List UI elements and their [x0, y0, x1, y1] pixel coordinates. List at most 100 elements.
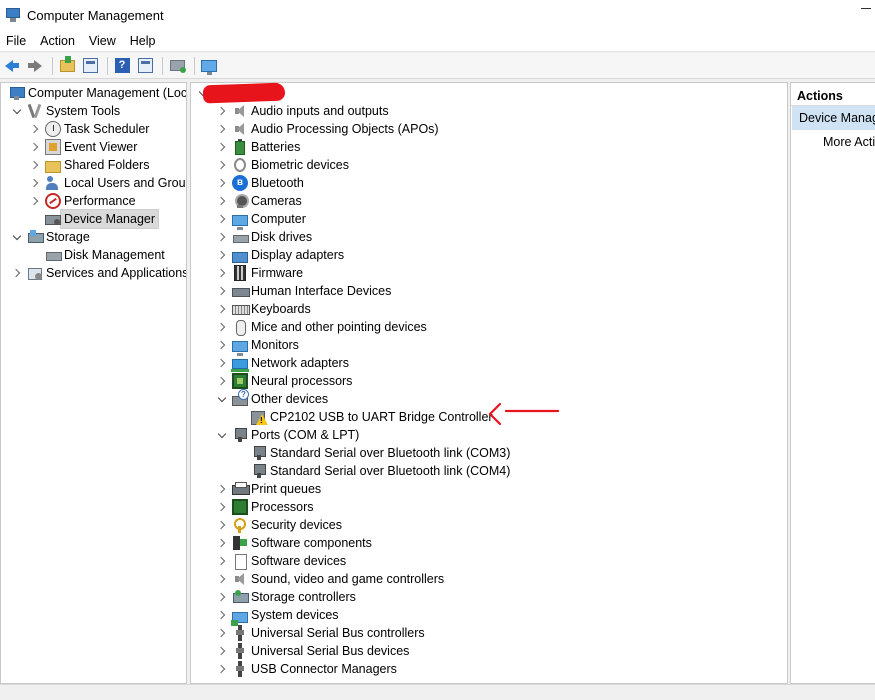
chevron-right-icon[interactable]	[216, 660, 228, 678]
more-actions-link[interactable]: More Actions	[823, 132, 875, 152]
chevron-right-icon[interactable]	[216, 174, 228, 192]
menu-action[interactable]: Action	[33, 30, 82, 52]
menu-help[interactable]: Help	[123, 30, 163, 52]
chevron-right-icon[interactable]	[216, 570, 228, 588]
chevron-right-icon[interactable]	[216, 588, 228, 606]
minimize-icon[interactable]	[861, 8, 871, 9]
tree-item-storage[interactable]: Storage	[11, 228, 90, 246]
tree-item-universal-serial-bus-devices[interactable]: Universal Serial Bus devices	[216, 642, 409, 660]
chevron-right-icon[interactable]	[29, 138, 41, 156]
help-button[interactable]: ?	[112, 56, 132, 76]
chevron-right-icon[interactable]	[216, 264, 228, 282]
show-hide-console-tree-button[interactable]	[80, 56, 100, 76]
chevron-right-icon[interactable]	[29, 120, 41, 138]
tree-item-standard-serial-over-bluetooth-link-com3[interactable]: Standard Serial over Bluetooth link (COM…	[235, 444, 510, 462]
up-one-level-button[interactable]	[57, 55, 77, 76]
tree-item-audio-inputs-and-outputs[interactable]: Audio inputs and outputs	[216, 102, 389, 120]
chevron-right-icon[interactable]	[29, 174, 41, 192]
tree-item-standard-serial-over-bluetooth-link-com4[interactable]: Standard Serial over Bluetooth link (COM…	[235, 462, 510, 480]
chevron-right-icon[interactable]	[216, 372, 228, 390]
chevron-right-icon[interactable]	[216, 498, 228, 516]
chevron-right-icon[interactable]	[216, 210, 228, 228]
chevron-right-icon[interactable]	[29, 192, 41, 210]
tree-item-cameras[interactable]: Cameras	[216, 192, 302, 210]
tree-item-system-devices[interactable]: System devices	[216, 606, 339, 626]
tree-item-mice-and-other-pointing-devices[interactable]: Mice and other pointing devices	[216, 318, 427, 336]
tree-item-system-tools[interactable]: System Tools	[11, 102, 120, 120]
menu-file[interactable]: File	[0, 30, 33, 52]
tree-item-computer[interactable]: Computer	[216, 210, 306, 230]
tree-item-storage-controllers[interactable]: Storage controllers	[216, 588, 356, 606]
tree-item-device-manager[interactable]: Device Manager	[29, 209, 160, 229]
tree-item-neural-processors[interactable]: Neural processors	[216, 372, 352, 390]
tree-item-usb-connector-managers[interactable]: USB Connector Managers	[216, 660, 397, 678]
tree-item-task-scheduler[interactable]: Task Scheduler	[29, 120, 149, 138]
show-hide-action-pane-button[interactable]	[135, 56, 155, 76]
chevron-right-icon[interactable]	[216, 354, 228, 372]
tree-item-disk-drives[interactable]: Disk drives	[216, 228, 312, 246]
print-button[interactable]	[167, 56, 187, 76]
tree-item-print-queues[interactable]: Print queues	[216, 480, 321, 498]
chevron-right-icon[interactable]	[11, 264, 23, 282]
computer-management-icon	[9, 85, 25, 101]
tree-item-monitors[interactable]: Monitors	[216, 336, 299, 356]
tree-item-other-devices[interactable]: Other devices	[216, 389, 328, 408]
tree-item-display-adapters[interactable]: Display adapters	[216, 246, 344, 264]
tree-item-sound-video-and-game-controllers[interactable]: Sound, video and game controllers	[216, 570, 444, 588]
chevron-right-icon[interactable]	[216, 624, 228, 642]
chevron-down-icon[interactable]	[11, 102, 23, 120]
chevron-right-icon[interactable]	[216, 300, 228, 318]
chevron-right-icon[interactable]	[216, 318, 228, 336]
tree-item-security-devices[interactable]: Security devices	[216, 516, 342, 534]
tree-item-firmware[interactable]: Firmware	[216, 264, 303, 282]
chevron-right-icon[interactable]	[216, 192, 228, 210]
tree-item-biometric-devices[interactable]: Biometric devices	[216, 156, 349, 174]
scan-hardware-button[interactable]	[199, 56, 219, 76]
chevron-right-icon[interactable]	[216, 228, 228, 246]
tree-item-shared-folders[interactable]: Shared Folders	[29, 156, 149, 174]
chevron-right-icon[interactable]	[216, 282, 228, 300]
firmware-icon	[234, 265, 246, 281]
device-manager-icon	[45, 211, 61, 227]
actions-device-manager[interactable]: Device Manager	[792, 106, 875, 130]
chevron-right-icon[interactable]	[29, 156, 41, 174]
chevron-right-icon[interactable]	[216, 120, 228, 138]
chevron-right-icon[interactable]	[216, 642, 228, 660]
tree-item-audio-processing-objects-apos[interactable]: Audio Processing Objects (APOs)	[216, 120, 439, 138]
tree-item-cp2102-usb-to-uart-bridge-controller[interactable]: CP2102 USB to UART Bridge Controller	[235, 408, 493, 426]
chevron-down-icon[interactable]	[216, 426, 228, 444]
chevron-right-icon[interactable]	[216, 606, 228, 624]
back-button[interactable]	[2, 56, 22, 76]
tree-item-universal-serial-bus-controllers[interactable]: Universal Serial Bus controllers	[216, 624, 425, 642]
processor-icon	[232, 499, 248, 515]
chevron-right-icon[interactable]	[216, 246, 228, 264]
tree-item-processors[interactable]: Processors	[216, 498, 314, 516]
tree-item-local-users-and-groups[interactable]: Local Users and Groups	[29, 174, 186, 192]
chevron-right-icon[interactable]	[216, 336, 228, 354]
chevron-right-icon[interactable]	[216, 534, 228, 552]
tree-item-bluetooth[interactable]: ʙ Bluetooth	[216, 174, 304, 192]
chevron-right-icon[interactable]	[216, 516, 228, 534]
tree-item-human-interface-devices[interactable]: Human Interface Devices	[216, 282, 391, 300]
tree-item-services-and-applications[interactable]: Services and Applications	[11, 264, 186, 282]
chevron-down-icon[interactable]	[216, 390, 228, 408]
tree-item-batteries[interactable]: Batteries	[216, 138, 300, 156]
tree-item-performance[interactable]: Performance	[29, 192, 136, 210]
chevron-right-icon[interactable]	[216, 156, 228, 174]
tree-item-disk-management[interactable]: Disk Management	[29, 246, 165, 264]
tree-item-computer-management-local[interactable]: Computer Management (Local	[1, 84, 186, 102]
chevron-down-icon[interactable]	[11, 228, 23, 246]
tree-item-ports-com-lpt[interactable]: Ports (COM & LPT)	[216, 426, 359, 444]
tree-item-software-devices[interactable]: Software devices	[216, 552, 346, 570]
tree-item-software-components[interactable]: Software components	[216, 534, 372, 552]
chevron-right-icon[interactable]	[216, 480, 228, 498]
system-device-icon	[231, 611, 248, 626]
tree-item-network-adapters[interactable]: Network adapters	[216, 354, 349, 372]
chevron-right-icon[interactable]	[216, 102, 228, 120]
chevron-right-icon[interactable]	[216, 552, 228, 570]
chevron-right-icon[interactable]	[216, 138, 228, 156]
tree-item-event-viewer[interactable]: Event Viewer	[29, 138, 137, 156]
forward-button[interactable]	[25, 56, 45, 76]
tree-item-keyboards[interactable]: Keyboards	[216, 300, 311, 318]
menu-view[interactable]: View	[82, 30, 123, 52]
